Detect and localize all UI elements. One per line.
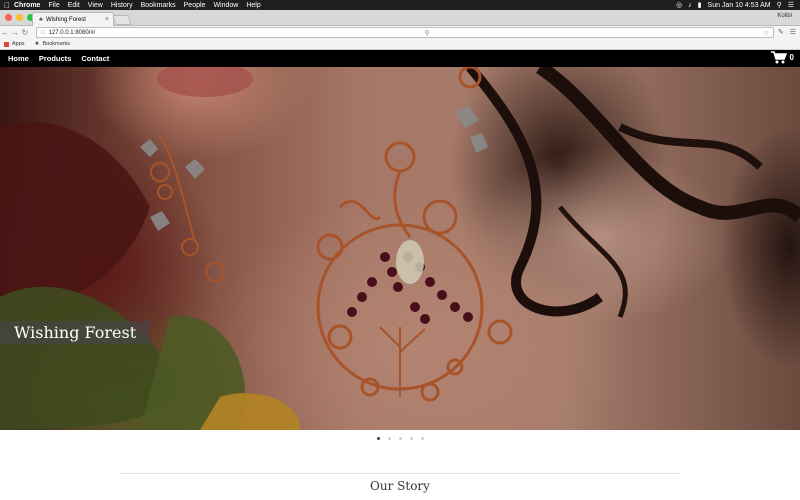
- menu-window[interactable]: Window: [213, 2, 238, 9]
- extension-icon[interactable]: ✎: [778, 28, 784, 36]
- nav-contact-link[interactable]: Contact: [81, 54, 109, 63]
- bookmarks-bar: Apps ★ Bookmarks: [0, 39, 800, 50]
- bookmark-star-icon[interactable]: ☆: [763, 29, 769, 37]
- carousel-dot[interactable]: [409, 437, 413, 440]
- hero-carousel[interactable]: Wishing Forest: [0, 67, 800, 430]
- zoom-icon[interactable]: ⚲: [424, 29, 429, 37]
- menu-people[interactable]: People: [184, 2, 206, 9]
- menu-edit[interactable]: Edit: [68, 2, 80, 9]
- carousel-dot[interactable]: [376, 437, 380, 440]
- back-icon[interactable]: ←: [0, 28, 10, 37]
- carousel-dot[interactable]: [387, 437, 391, 440]
- menu-bookmarks[interactable]: Bookmarks: [141, 2, 176, 9]
- bookmark-bookmarks-label: Bookmarks: [42, 41, 70, 47]
- menu-file[interactable]: File: [48, 2, 59, 9]
- flower-shape: [0, 121, 150, 317]
- shopping-cart-icon: [770, 51, 787, 64]
- forward-icon[interactable]: →: [10, 28, 20, 37]
- section-divider: [120, 473, 680, 474]
- apple-icon[interactable]: : [0, 1, 14, 10]
- star-icon: ★: [34, 41, 40, 47]
- address-bar[interactable]: □ 127.0.0.1:8080/#/ ⚲ ☆: [36, 27, 774, 38]
- browser-tab[interactable]: ♣ Wishing Forest ×: [32, 12, 114, 26]
- chrome-menu-icon[interactable]: ☰: [790, 28, 796, 36]
- menu-view[interactable]: View: [88, 2, 103, 9]
- battery-icon[interactable]: ▮: [698, 1, 702, 9]
- tree-favicon-icon: ♣: [39, 16, 43, 23]
- browser-toolbar: ← → ↻ □ 127.0.0.1:8080/#/ ⚲ ☆ ✎ ☰: [0, 26, 800, 39]
- carousel-dot[interactable]: [420, 437, 424, 440]
- earring-wire: [150, 136, 225, 282]
- list-icon[interactable]: ☰: [788, 1, 794, 9]
- nav-products-link[interactable]: Products: [39, 54, 72, 63]
- hero-caption: Wishing Forest: [0, 321, 150, 344]
- close-window-button[interactable]: [5, 14, 12, 21]
- pendant-wire: [316, 67, 513, 402]
- volume-icon[interactable]: ♪: [688, 2, 692, 9]
- minimize-window-button[interactable]: [16, 14, 23, 21]
- bookmark-bookmarks[interactable]: ★ Bookmarks: [35, 41, 70, 47]
- profile-button[interactable]: Kolibi: [777, 13, 792, 19]
- new-tab-button[interactable]: [112, 15, 132, 25]
- cart-button[interactable]: 0: [770, 51, 794, 64]
- hero-image: [0, 67, 800, 430]
- bookmark-apps[interactable]: Apps: [4, 41, 25, 47]
- pearl-stone: [396, 240, 424, 284]
- tab-title: Wishing Forest: [45, 16, 86, 23]
- wifi-icon[interactable]: ◎: [676, 1, 682, 9]
- search-icon[interactable]: ⚲: [777, 1, 782, 9]
- lips-shape: [157, 67, 253, 97]
- menu-app-name[interactable]: Chrome: [14, 2, 40, 9]
- menubar-clock[interactable]: Sun Jan 10 4:53 AM: [708, 2, 771, 9]
- our-story-heading: Our Story: [370, 479, 430, 493]
- site-navbar: Home Products Contact 0: [0, 50, 800, 67]
- carousel-indicators: [0, 437, 800, 440]
- os-menubar:  Chrome File Edit View History Bookmark…: [0, 0, 800, 10]
- menu-help[interactable]: Help: [246, 2, 260, 9]
- address-url[interactable]: 127.0.0.1:8080/#/: [49, 30, 96, 36]
- cart-count: 0: [789, 53, 794, 62]
- reload-icon[interactable]: ↻: [20, 28, 30, 37]
- window-controls: [5, 14, 34, 21]
- carousel-dot[interactable]: [398, 437, 402, 440]
- apps-grid-icon: [4, 41, 9, 47]
- close-tab-icon[interactable]: ×: [105, 16, 109, 23]
- nav-home-link[interactable]: Home: [8, 54, 29, 63]
- menu-history[interactable]: History: [111, 2, 133, 9]
- page-info-icon[interactable]: □: [41, 30, 45, 36]
- tab-strip: ♣ Wishing Forest × Kolibi: [0, 10, 800, 26]
- silver-leaf-charm: [140, 106, 488, 231]
- bookmark-apps-label: Apps: [12, 41, 25, 47]
